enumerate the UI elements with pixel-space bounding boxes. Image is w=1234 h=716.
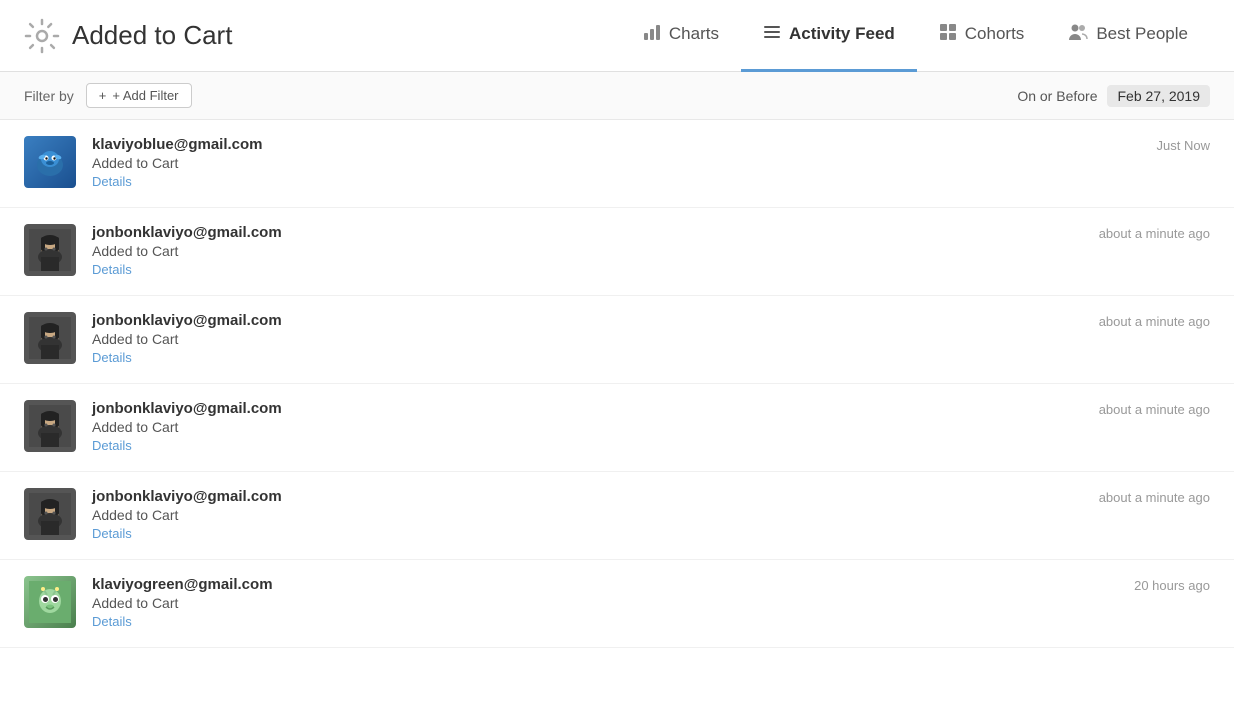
activity-email: klaviyoblue@gmail.com bbox=[92, 136, 1157, 153]
activity-list: klaviyoblue@gmail.com Added to Cart Deta… bbox=[0, 120, 1234, 648]
activity-details-link[interactable]: Details bbox=[92, 614, 132, 629]
list-item: jonbonklaviyo@gmail.com Added to Cart De… bbox=[0, 384, 1234, 472]
activity-time: about a minute ago bbox=[1099, 224, 1210, 241]
tab-best-people[interactable]: Best People bbox=[1046, 0, 1210, 72]
bar-chart-icon bbox=[643, 23, 661, 46]
list-icon bbox=[763, 23, 781, 46]
avatar bbox=[24, 136, 76, 188]
activity-email: jonbonklaviyo@gmail.com bbox=[92, 224, 1099, 241]
avatar bbox=[24, 400, 76, 452]
activity-time: Just Now bbox=[1157, 136, 1210, 153]
header-nav: Charts Activity Feed Cohort bbox=[621, 0, 1210, 72]
activity-email: jonbonklaviyo@gmail.com bbox=[92, 400, 1099, 417]
activity-content: jonbonklaviyo@gmail.com Added to Cart De… bbox=[92, 488, 1099, 543]
page-title: Added to Cart bbox=[72, 20, 232, 51]
plus-icon: + bbox=[99, 88, 107, 103]
activity-content: jonbonklaviyo@gmail.com Added to Cart De… bbox=[92, 312, 1099, 367]
activity-action: Added to Cart bbox=[92, 243, 1099, 259]
activity-action: Added to Cart bbox=[92, 595, 1134, 611]
grid-icon bbox=[939, 23, 957, 46]
list-item: jonbonklaviyo@gmail.com Added to Cart De… bbox=[0, 296, 1234, 384]
tab-charts[interactable]: Charts bbox=[621, 0, 741, 72]
activity-time: 20 hours ago bbox=[1134, 576, 1210, 593]
activity-action: Added to Cart bbox=[92, 507, 1099, 523]
activity-details-link[interactable]: Details bbox=[92, 262, 132, 277]
activity-action: Added to Cart bbox=[92, 419, 1099, 435]
filter-bar: Filter by + + Add Filter On or Before Fe… bbox=[0, 72, 1234, 120]
activity-action: Added to Cart bbox=[92, 331, 1099, 347]
filter-by-label: Filter by bbox=[24, 88, 74, 104]
tab-cohorts[interactable]: Cohorts bbox=[917, 0, 1047, 72]
filter-date-value[interactable]: Feb 27, 2019 bbox=[1107, 85, 1210, 107]
activity-email: jonbonklaviyo@gmail.com bbox=[92, 312, 1099, 329]
activity-content: klaviyogreen@gmail.com Added to Cart Det… bbox=[92, 576, 1134, 631]
filter-condition-label: On or Before bbox=[1017, 88, 1097, 104]
people-icon bbox=[1068, 23, 1088, 46]
activity-email: jonbonklaviyo@gmail.com bbox=[92, 488, 1099, 505]
activity-details-link[interactable]: Details bbox=[92, 438, 132, 453]
header: Added to Cart Charts Activity Feed bbox=[0, 0, 1234, 72]
avatar bbox=[24, 576, 76, 628]
activity-email: klaviyogreen@gmail.com bbox=[92, 576, 1134, 593]
activity-time: about a minute ago bbox=[1099, 488, 1210, 505]
gear-icon[interactable] bbox=[24, 18, 60, 54]
add-filter-button[interactable]: + + Add Filter bbox=[86, 83, 192, 108]
filter-condition-area: On or Before Feb 27, 2019 bbox=[1017, 85, 1210, 107]
tab-activity-feed[interactable]: Activity Feed bbox=[741, 0, 917, 72]
list-item: klaviyogreen@gmail.com Added to Cart Det… bbox=[0, 560, 1234, 648]
activity-time: about a minute ago bbox=[1099, 400, 1210, 417]
list-item: jonbonklaviyo@gmail.com Added to Cart De… bbox=[0, 472, 1234, 560]
activity-time: about a minute ago bbox=[1099, 312, 1210, 329]
activity-details-link[interactable]: Details bbox=[92, 350, 132, 365]
list-item: klaviyoblue@gmail.com Added to Cart Deta… bbox=[0, 120, 1234, 208]
activity-details-link[interactable]: Details bbox=[92, 526, 132, 541]
activity-content: klaviyoblue@gmail.com Added to Cart Deta… bbox=[92, 136, 1157, 191]
list-item: jonbonklaviyo@gmail.com Added to Cart De… bbox=[0, 208, 1234, 296]
activity-content: jonbonklaviyo@gmail.com Added to Cart De… bbox=[92, 224, 1099, 279]
avatar bbox=[24, 488, 76, 540]
activity-action: Added to Cart bbox=[92, 155, 1157, 171]
activity-content: jonbonklaviyo@gmail.com Added to Cart De… bbox=[92, 400, 1099, 455]
avatar bbox=[24, 312, 76, 364]
avatar bbox=[24, 224, 76, 276]
activity-details-link[interactable]: Details bbox=[92, 174, 132, 189]
header-title-area: Added to Cart bbox=[24, 18, 621, 54]
